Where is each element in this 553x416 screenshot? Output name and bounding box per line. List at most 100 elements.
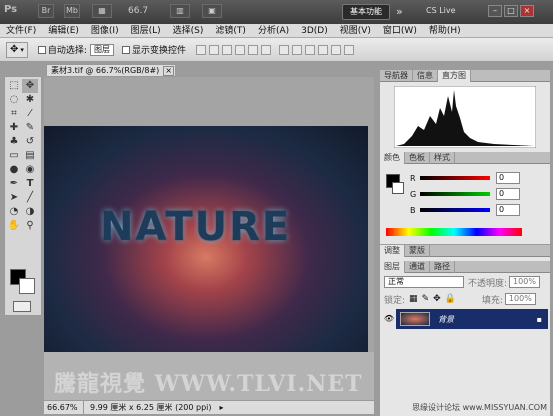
visibility-eye-icon[interactable]: 👁: [382, 309, 396, 329]
3d-rotate-tool-icon[interactable]: ◔: [6, 205, 22, 219]
menu-layer[interactable]: 图层(L): [125, 24, 167, 38]
blur-tool-icon[interactable]: ●: [6, 163, 22, 177]
panel-background-swatch[interactable]: [392, 182, 404, 194]
blue-label: B: [410, 205, 416, 215]
view-extras-button[interactable]: ▦: [92, 4, 112, 18]
blend-mode-dropdown[interactable]: 正常: [384, 276, 464, 288]
histogram-panel-tabs: 导航器 信息 直方图: [380, 69, 550, 82]
lasso-tool-icon[interactable]: ◌: [6, 93, 22, 107]
red-value-field[interactable]: 0: [496, 172, 520, 184]
tab-navigator[interactable]: 导航器: [380, 69, 413, 82]
layer-row-background[interactable]: 👁 背景 ▪: [382, 309, 548, 329]
align-left-icon[interactable]: [234, 44, 245, 55]
lock-paint-icon[interactable]: ✎: [422, 294, 430, 304]
auto-select-dropdown[interactable]: 图层: [89, 43, 114, 56]
quick-mask-button[interactable]: [13, 301, 31, 312]
crop-tool-icon[interactable]: ⌗: [6, 107, 22, 121]
cslive-button[interactable]: CS Live: [426, 6, 456, 15]
screen-mode-button[interactable]: ▣: [202, 4, 222, 18]
background-color-swatch[interactable]: [19, 278, 35, 294]
menu-window[interactable]: 窗口(W): [377, 24, 423, 38]
distribute-bottom-icon[interactable]: [304, 44, 315, 55]
menu-file[interactable]: 文件(F): [0, 24, 42, 38]
hand-tool-icon[interactable]: ✋: [6, 219, 22, 233]
green-value-field[interactable]: 0: [496, 188, 520, 200]
tab-layers[interactable]: 图层: [380, 260, 405, 273]
ps-logo: Ps: [4, 4, 18, 15]
menu-help[interactable]: 帮助(H): [423, 24, 467, 38]
clone-stamp-tool-icon[interactable]: ♣: [6, 135, 22, 149]
align-right-icon[interactable]: [260, 44, 271, 55]
shape-tool-icon[interactable]: ╱: [22, 191, 38, 205]
align-hcenter-icon[interactable]: [247, 44, 258, 55]
history-brush-tool-icon[interactable]: ↺: [22, 135, 38, 149]
bridge-button[interactable]: Br: [38, 4, 54, 18]
lock-position-icon[interactable]: ✥: [433, 294, 441, 304]
tab-channels[interactable]: 通道: [405, 260, 430, 273]
distribute-hcenter-icon[interactable]: [330, 44, 341, 55]
color-spectrum-bar[interactable]: [386, 228, 522, 236]
menu-filter[interactable]: 滤镜(T): [209, 24, 252, 38]
close-tab-icon[interactable]: ×: [163, 65, 174, 76]
menu-select[interactable]: 选择(S): [167, 24, 210, 38]
document-tab[interactable]: 素材3.tif @ 66.7%(RGB/8#) ×: [46, 64, 176, 77]
document-canvas[interactable]: NATURE: [44, 126, 368, 352]
align-bottom-icon[interactable]: [221, 44, 232, 55]
distribute-top-icon[interactable]: [278, 44, 289, 55]
menu-3d[interactable]: 3D(D): [295, 24, 334, 38]
eyedropper-tool-icon[interactable]: ⁄: [22, 107, 38, 121]
move-tool-icon[interactable]: ✥: [22, 79, 38, 93]
align-vcenter-icon[interactable]: [208, 44, 219, 55]
tab-histogram[interactable]: 直方图: [438, 69, 471, 82]
menu-edit[interactable]: 编辑(E): [42, 24, 85, 38]
align-top-icon[interactable]: [195, 44, 206, 55]
eraser-tool-icon[interactable]: ▭: [6, 149, 22, 163]
adjustments-panel: 调整 蒙版: [380, 244, 550, 261]
fill-field[interactable]: 100%: [504, 293, 536, 305]
arrange-documents-button[interactable]: ▥: [170, 4, 190, 18]
minimize-button[interactable]: –: [488, 5, 502, 17]
close-button[interactable]: ×: [520, 5, 534, 17]
marquee-tool-icon[interactable]: ⬚: [6, 79, 22, 93]
brush-tool-icon[interactable]: ✎: [22, 121, 38, 135]
minibridge-button[interactable]: Mb: [64, 4, 80, 18]
lock-pixels-icon[interactable]: ▦: [409, 294, 418, 304]
tab-adjustments[interactable]: 调整: [380, 244, 405, 257]
healing-brush-tool-icon[interactable]: ✚: [6, 121, 22, 135]
type-tool-icon[interactable]: T: [22, 177, 38, 191]
3d-orbit-tool-icon[interactable]: ◑: [22, 205, 38, 219]
magic-wand-tool-icon[interactable]: ✱: [22, 93, 38, 107]
tab-color[interactable]: 颜色: [380, 151, 405, 164]
dodge-tool-icon[interactable]: ◉: [22, 163, 38, 177]
distribute-vcenter-icon[interactable]: [291, 44, 302, 55]
blue-value-field[interactable]: 0: [496, 204, 520, 216]
more-workspaces-button[interactable]: »: [396, 5, 403, 18]
lock-all-icon[interactable]: 🔒: [445, 294, 456, 304]
tab-paths[interactable]: 路径: [430, 260, 455, 273]
gradient-tool-icon[interactable]: ▤: [22, 149, 38, 163]
tab-swatches[interactable]: 色板: [405, 151, 430, 164]
workspace-button[interactable]: 基本功能: [342, 4, 390, 20]
maximize-button[interactable]: □: [504, 5, 518, 17]
path-selection-tool-icon[interactable]: ➤: [6, 191, 22, 205]
red-slider[interactable]: [420, 176, 490, 180]
auto-select-checkbox[interactable]: [37, 45, 46, 54]
opacity-field[interactable]: 100%: [509, 276, 540, 288]
tab-info[interactable]: 信息: [413, 69, 438, 82]
distribute-right-icon[interactable]: [343, 44, 354, 55]
green-slider[interactable]: [420, 192, 490, 196]
show-transform-checkbox[interactable]: [121, 45, 130, 54]
tool-preset-picker[interactable]: ✥ ▾: [6, 41, 28, 58]
zoom-level-field[interactable]: 66.7: [128, 6, 148, 16]
zoom-status[interactable]: 66.67%: [44, 401, 84, 414]
distribute-left-icon[interactable]: [317, 44, 328, 55]
tab-styles[interactable]: 样式: [430, 151, 455, 164]
menu-image[interactable]: 图像(I): [85, 24, 125, 38]
tab-masks[interactable]: 蒙版: [405, 244, 430, 257]
menu-analysis[interactable]: 分析(A): [252, 24, 295, 38]
blue-slider[interactable]: [420, 208, 490, 212]
menu-view[interactable]: 视图(V): [334, 24, 377, 38]
status-menu-arrow-icon[interactable]: ▸: [220, 401, 224, 414]
pen-tool-icon[interactable]: ✒: [6, 177, 22, 191]
zoom-tool-icon[interactable]: ⚲: [22, 219, 38, 233]
